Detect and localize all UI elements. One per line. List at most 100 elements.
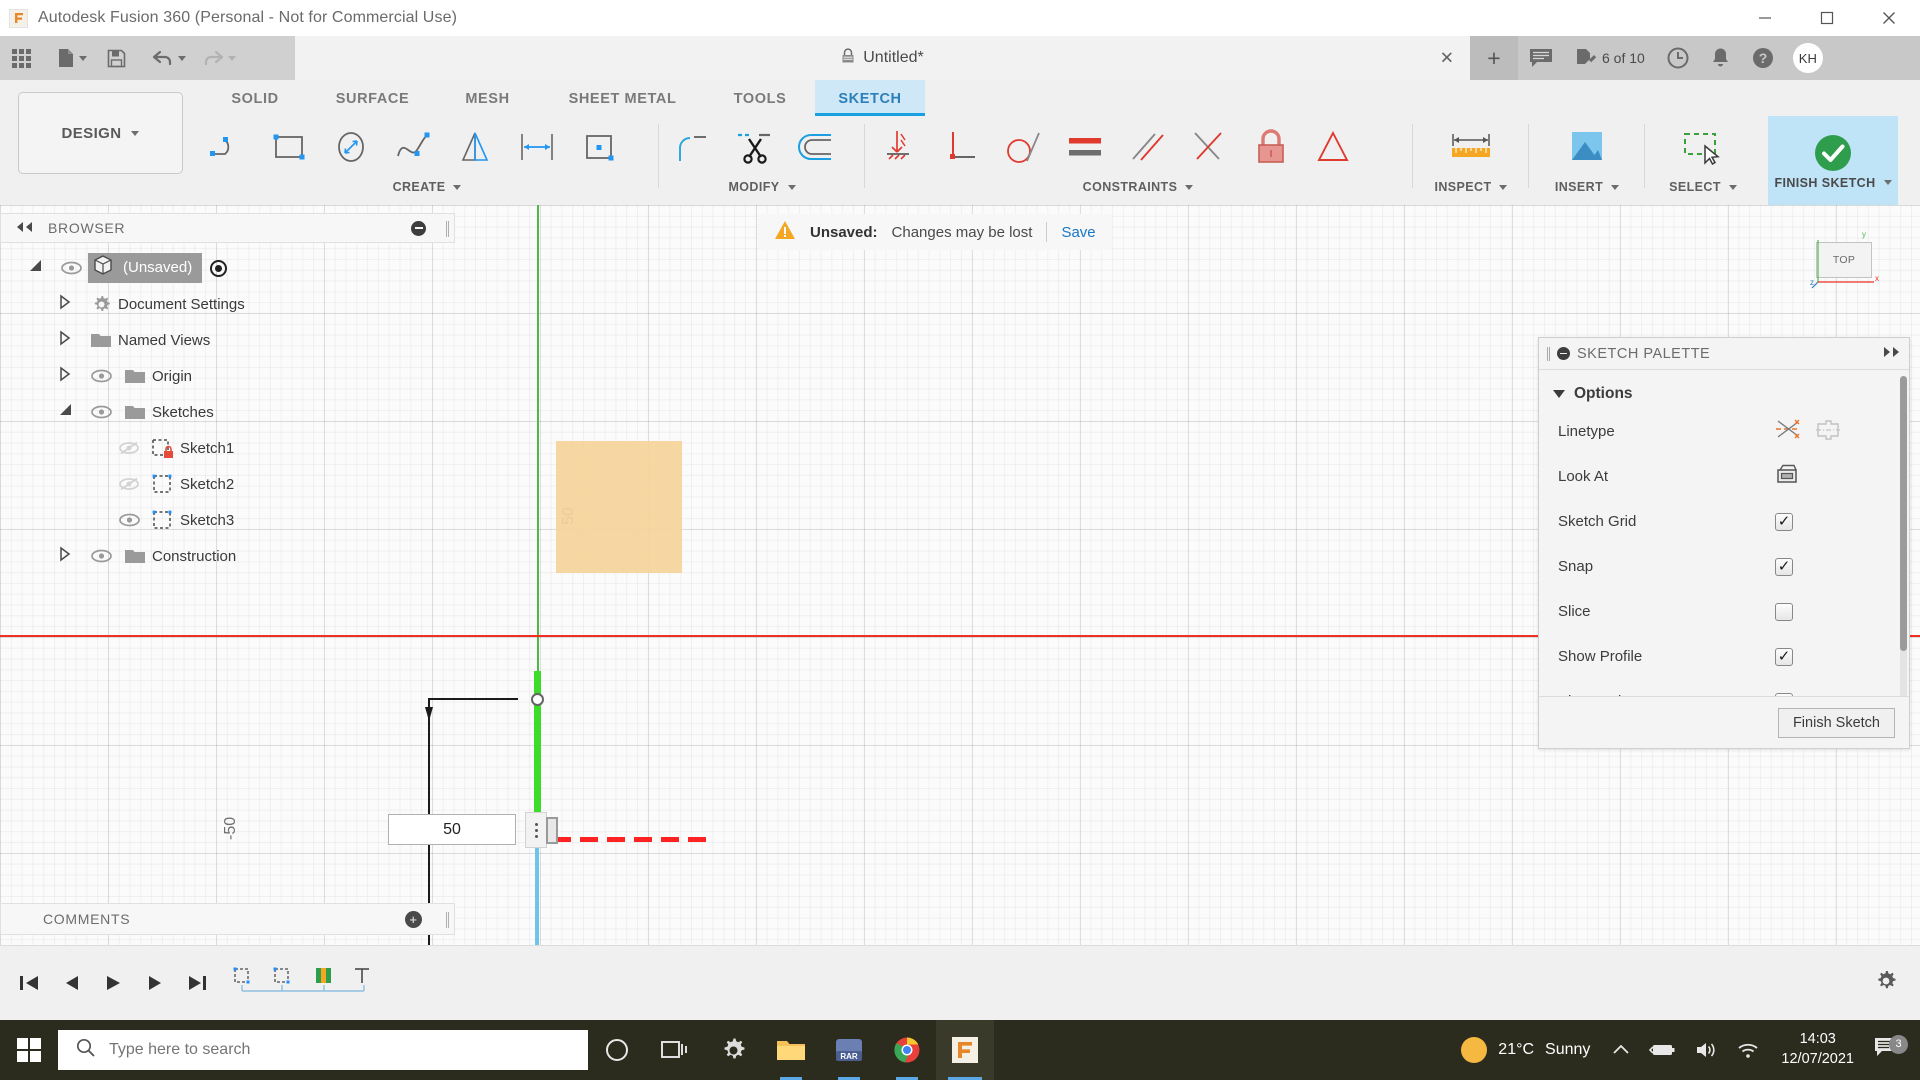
modify-caret-icon[interactable] <box>787 184 796 190</box>
cortana-icon[interactable] <box>588 1020 646 1080</box>
create-caret-icon[interactable] <box>453 184 462 190</box>
help-icon[interactable]: ? <box>1741 36 1785 80</box>
chrome-icon[interactable] <box>878 1020 936 1080</box>
trim-icon[interactable] <box>724 118 786 176</box>
ribbon-group-select-label[interactable]: SELECT <box>1648 180 1758 194</box>
undo-caret-icon[interactable] <box>178 55 186 61</box>
tree-item-document-settings[interactable]: Document Settings <box>0 286 455 322</box>
sketch-profile-region[interactable] <box>556 441 682 573</box>
task-view-icon[interactable] <box>646 1020 704 1080</box>
dimension-icon[interactable] <box>506 118 568 176</box>
show-profile-checkbox[interactable]: ✓ <box>1775 647 1793 666</box>
finish-sketch-palette-button[interactable]: Finish Sketch <box>1777 707 1895 738</box>
app-grid-icon[interactable] <box>0 36 51 80</box>
look-at-icon[interactable] <box>1775 463 1799 490</box>
palette-row-sketch-grid[interactable]: Sketch Grid ✓ <box>1539 499 1899 544</box>
volume-icon[interactable] <box>1685 1020 1727 1080</box>
tree-item-sketches[interactable]: Sketches <box>0 394 455 430</box>
document-tab[interactable]: Untitled* ✕ <box>295 36 1470 80</box>
close-button[interactable] <box>1858 0 1920 36</box>
symmetry-icon[interactable] <box>1302 118 1364 176</box>
activate-component-radio[interactable] <box>210 259 228 277</box>
visibility-eye-off-icon[interactable] <box>112 440 146 456</box>
dimension-input-field[interactable] <box>388 814 516 845</box>
line-icon[interactable] <box>196 118 258 176</box>
sketch-line-lower[interactable] <box>535 835 539 945</box>
search-input[interactable] <box>109 1041 588 1059</box>
rectangle-icon[interactable] <box>258 118 320 176</box>
visibility-eye-icon[interactable] <box>112 513 146 527</box>
wifi-icon[interactable] <box>1727 1020 1769 1080</box>
weather-widget[interactable]: 21°C Sunny <box>1451 1037 1590 1063</box>
constraints-caret-icon[interactable] <box>1185 184 1194 190</box>
palette-row-show-points[interactable]: Show Points ✓ <box>1539 679 1899 696</box>
new-tab-button[interactable]: + <box>1470 36 1518 80</box>
tab-solid[interactable]: SOLID <box>200 80 310 116</box>
step-back-icon[interactable] <box>52 961 90 1005</box>
settings-gear-icon[interactable] <box>704 1020 762 1080</box>
minimize-panel-icon[interactable] <box>1557 347 1570 360</box>
midpoint-icon[interactable] <box>1178 118 1240 176</box>
expander-open-icon[interactable] <box>28 258 54 279</box>
visibility-eye-icon[interactable] <box>84 369 118 383</box>
fix-lock-icon[interactable] <box>1240 118 1302 176</box>
extension-count[interactable]: 6 of 10 <box>1564 36 1656 80</box>
measure-icon[interactable] <box>1440 118 1502 176</box>
tree-item-origin[interactable]: Origin <box>0 358 455 394</box>
new-document-icon[interactable] <box>51 36 93 80</box>
bell-icon[interactable] <box>1700 36 1741 80</box>
chevron-down-icon[interactable] <box>1553 390 1565 398</box>
step-forward-icon[interactable] <box>136 961 174 1005</box>
timeline-settings-icon[interactable] <box>1874 969 1898 998</box>
options-section-header[interactable]: Options <box>1539 379 1899 409</box>
comment-icon[interactable] <box>1518 36 1564 80</box>
tangent-icon[interactable] <box>992 118 1054 176</box>
minimize-button[interactable] <box>1734 0 1796 36</box>
palette-row-slice[interactable]: Slice <box>1539 589 1899 634</box>
tree-item-construction[interactable]: Construction <box>0 538 455 574</box>
visibility-eye-icon[interactable] <box>84 405 118 419</box>
expander-closed-icon[interactable] <box>58 330 84 351</box>
point-rectangle-icon[interactable] <box>568 118 630 176</box>
visibility-eye-off-icon[interactable] <box>112 476 146 492</box>
tree-item-named-views[interactable]: Named Views <box>0 322 455 358</box>
spline-icon[interactable] <box>382 118 444 176</box>
offset-icon[interactable] <box>786 118 848 176</box>
tab-sheet-metal[interactable]: SHEET METAL <box>540 80 705 116</box>
file-explorer-icon[interactable] <box>762 1020 820 1080</box>
windows-start-icon[interactable] <box>0 1020 58 1080</box>
palette-scrollbar-thumb[interactable] <box>1900 376 1907 651</box>
fillet-icon[interactable] <box>662 118 724 176</box>
avatar[interactable]: KH <box>1792 43 1823 73</box>
expander-open-icon[interactable] <box>58 402 84 423</box>
insert-caret-icon[interactable] <box>1611 184 1620 190</box>
action-center-icon[interactable]: 3 <box>1866 1034 1914 1064</box>
expander-closed-icon[interactable] <box>58 546 84 567</box>
ribbon-group-modify-label[interactable]: MODIFY <box>662 180 862 194</box>
construction-line-icon[interactable] <box>1775 418 1801 445</box>
dimension-options-handle[interactable] <box>525 812 547 848</box>
select-window-icon[interactable] <box>1672 118 1734 176</box>
taskbar-clock[interactable]: 14:03 12/07/2021 <box>1769 1030 1866 1069</box>
select-caret-icon[interactable] <box>1728 184 1737 190</box>
tab-mesh[interactable]: MESH <box>435 80 540 116</box>
tree-item-unsaved-selected[interactable]: (Unsaved) <box>88 253 203 283</box>
circle-icon[interactable] <box>320 118 382 176</box>
go-to-beginning-icon[interactable] <box>10 961 48 1005</box>
visibility-eye-icon[interactable] <box>84 549 118 563</box>
palette-drag-grip[interactable] <box>1547 346 1550 361</box>
comments-resize-grip[interactable] <box>446 912 449 928</box>
dimension-lock-badge[interactable] <box>546 817 558 844</box>
redo-caret-icon[interactable] <box>228 55 236 61</box>
close-icon[interactable]: ✕ <box>1440 50 1454 67</box>
maximize-button[interactable] <box>1796 0 1858 36</box>
taskbar-search-box[interactable] <box>58 1030 588 1070</box>
sketch-palette-header[interactable]: SKETCH PALETTE <box>1539 338 1909 370</box>
snap-checkbox[interactable]: ✓ <box>1775 557 1793 576</box>
dimension-value-input[interactable] <box>389 815 515 844</box>
finish-caret-icon[interactable] <box>1883 180 1892 185</box>
insert-image-icon[interactable] <box>1556 118 1618 176</box>
new-document-caret-icon[interactable] <box>79 55 87 61</box>
inspect-caret-icon[interactable] <box>1499 184 1508 190</box>
tree-item-sketch1[interactable]: Sketch1 <box>0 430 455 466</box>
